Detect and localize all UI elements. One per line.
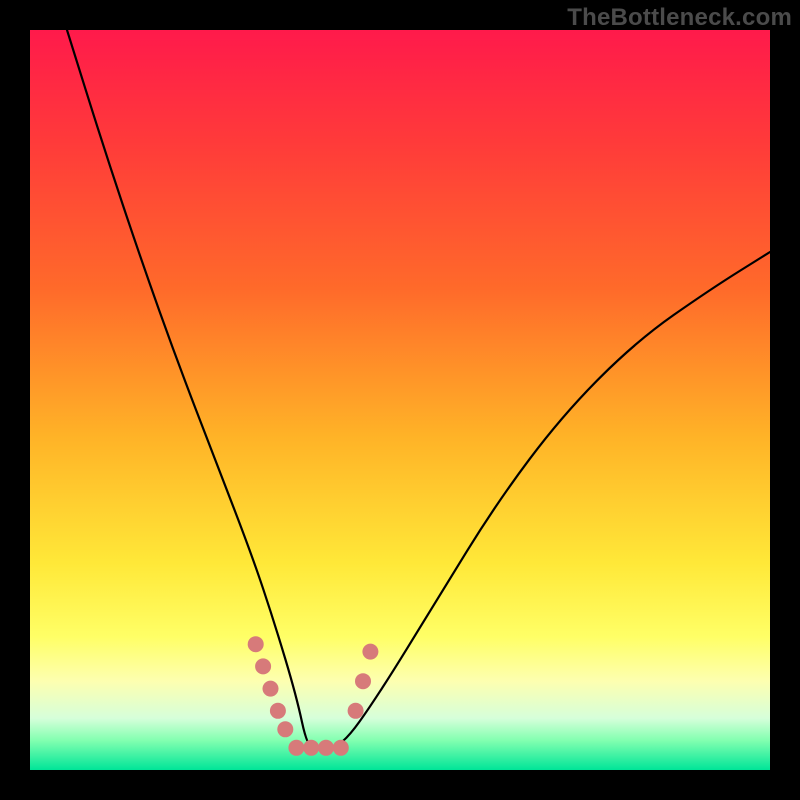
chart-frame: TheBottleneck.com [0,0,800,800]
marker-dot [362,644,378,660]
marker-dot [248,636,264,652]
marker-dot [303,740,319,756]
marker-dot [270,703,286,719]
marker-dot [348,703,364,719]
chart-svg [30,30,770,770]
marker-dot [355,673,371,689]
marker-dot [263,681,279,697]
marker-dot [288,740,304,756]
plot-area [30,30,770,770]
marker-dot [255,658,271,674]
marker-dot [277,721,293,737]
marker-dot [333,740,349,756]
marker-dot [318,740,334,756]
watermark-text: TheBottleneck.com [567,4,792,32]
